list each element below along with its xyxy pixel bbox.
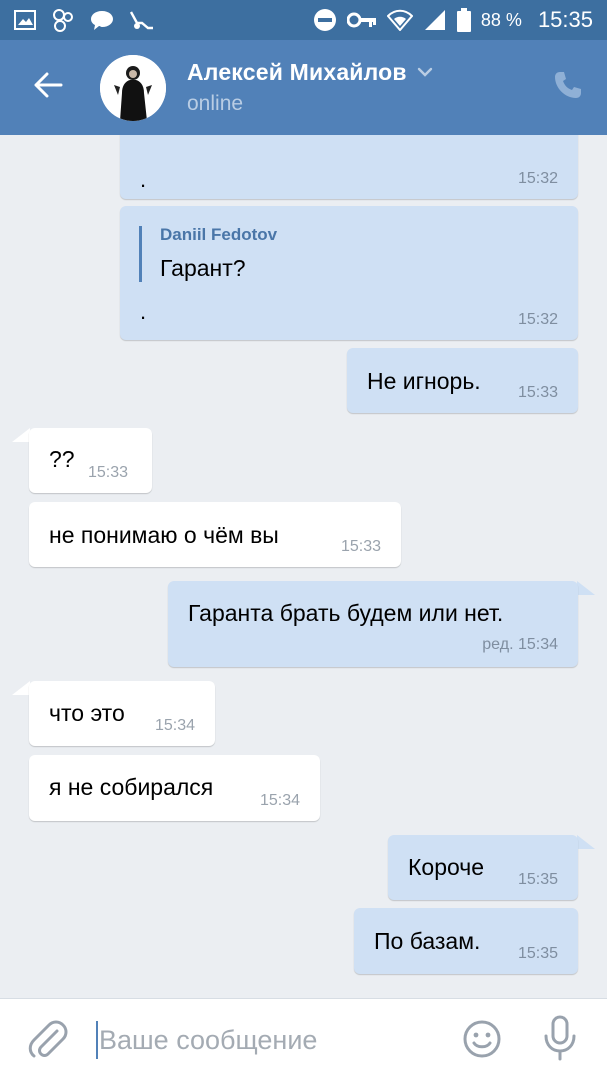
reply-text: Гарант? <box>160 255 246 281</box>
message-time: 15:33 <box>340 538 381 555</box>
contact-name: Алексей Михайлов <box>187 59 407 85</box>
bubble-tail <box>577 835 595 849</box>
message-time: 15:35 <box>517 945 558 962</box>
reply-author[interactable]: Daniil Fedotov <box>160 225 277 245</box>
message-bubble-outgoing[interactable]: Не игнорь. 15:33 <box>347 348 578 413</box>
emoji-button[interactable] <box>462 1019 502 1059</box>
cell-signal-icon <box>423 9 447 31</box>
attach-button[interactable] <box>28 1019 68 1061</box>
message-bubble-outgoing[interactable]: Гаранта брать будем или нет. ред. 15:34 <box>168 581 578 667</box>
message-bubble-outgoing[interactable]: Daniil Fedotov Гарант? . 15:32 <box>120 206 578 340</box>
chat-title-block[interactable]: Алексей Михайлов online <box>187 59 433 116</box>
message-bubble-outgoing[interactable]: . 15:32 <box>120 135 578 199</box>
bubble-tail <box>12 681 30 695</box>
chat-header: Алексей Михайлов online <box>0 40 607 135</box>
reply-quote-bar <box>139 226 142 282</box>
bubble-tail <box>577 581 595 595</box>
message-text: я не собирался <box>49 774 214 800</box>
message-bubble-incoming[interactable]: что это 15:34 <box>29 681 215 746</box>
message-time: 15:32 <box>517 170 558 187</box>
message-text: . <box>140 167 147 192</box>
chevron-down-icon[interactable] <box>417 64 433 82</box>
message-bubble-outgoing[interactable]: По базам. 15:35 <box>354 908 578 974</box>
contact-status: online <box>187 92 244 115</box>
message-text: что это <box>49 700 125 726</box>
chat-notification-icon <box>90 9 114 31</box>
message-list[interactable]: . 15:32 Daniil Fedotov Гарант? . 15:32 Н… <box>0 135 607 998</box>
message-text: Не игнорь. <box>367 368 481 394</box>
app-notification-icon <box>128 9 154 31</box>
message-bubble-outgoing[interactable]: Короче 15:35 <box>388 835 578 900</box>
message-text: ?? <box>49 446 75 472</box>
back-arrow-icon <box>33 72 63 103</box>
text-cursor <box>96 1021 98 1059</box>
message-bubble-incoming[interactable]: ?? 15:33 <box>29 428 152 493</box>
microphone-icon <box>542 1015 578 1065</box>
status-bar: 88 % 15:35 <box>0 0 607 40</box>
back-button[interactable] <box>0 40 96 135</box>
message-time: 15:32 <box>517 311 558 328</box>
message-time: ред. 15:34 <box>482 636 558 653</box>
paperclip-icon <box>28 1020 68 1065</box>
message-text: не понимаю о чём вы <box>49 522 279 548</box>
call-button[interactable] <box>551 70 585 104</box>
message-time: 15:34 <box>259 792 300 809</box>
message-bubble-incoming[interactable]: я не собирался 15:34 <box>29 755 320 821</box>
battery-percent: 88 % <box>480 9 522 30</box>
wifi-icon <box>386 9 413 31</box>
status-time: 15:35 <box>537 7 593 32</box>
avatar[interactable] <box>100 54 166 121</box>
message-time: 15:33 <box>517 384 558 401</box>
battery-icon <box>456 8 471 32</box>
voice-message-button[interactable] <box>542 1015 578 1061</box>
message-text: По базам. <box>374 928 481 954</box>
message-text: Короче <box>408 854 485 880</box>
phone-icon <box>553 70 583 105</box>
vpn-key-icon <box>346 11 377 29</box>
message-composer <box>0 998 607 1080</box>
message-time: 15:34 <box>154 717 195 734</box>
message-time: 15:33 <box>88 464 129 481</box>
message-text: . <box>140 299 147 324</box>
do-not-disturb-icon <box>313 8 337 32</box>
message-input[interactable] <box>99 1019 449 1061</box>
message-text: Гаранта брать будем или нет. <box>188 600 504 626</box>
bubble-tail <box>12 428 30 442</box>
community-icon <box>50 8 76 32</box>
message-bubble-incoming[interactable]: не понимаю о чём вы 15:33 <box>29 502 401 567</box>
emoji-icon <box>462 1020 502 1063</box>
gallery-icon <box>14 10 36 30</box>
message-time: 15:35 <box>517 871 558 888</box>
